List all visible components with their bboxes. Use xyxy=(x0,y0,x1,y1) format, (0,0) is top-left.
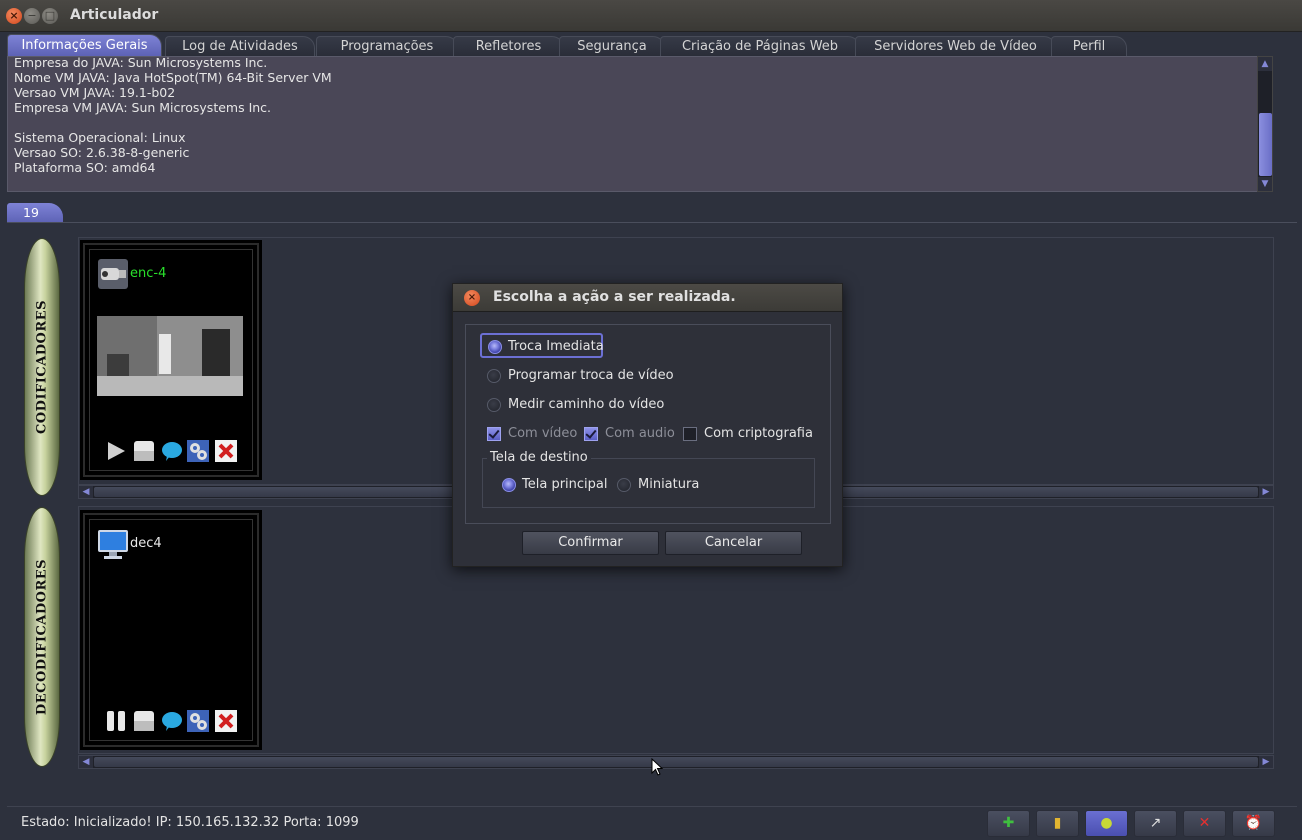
arrow-icon: ↗ xyxy=(1149,815,1162,831)
encoders-side-label: CODIFICADORES xyxy=(24,238,60,496)
stop-icon[interactable] xyxy=(133,710,155,732)
scroll-right-icon[interactable]: ▶ xyxy=(1259,756,1273,768)
scrollbar-thumb[interactable] xyxy=(1259,113,1272,176)
info-line: Versao SO: 2.6.38-8-generic xyxy=(14,145,190,160)
close-button[interactable]: ✕ xyxy=(1183,810,1226,837)
scroll-left-icon[interactable]: ◀ xyxy=(79,756,93,768)
info-text: Empresa do JAVA: Sun Microsystems Inc. N… xyxy=(14,56,332,175)
window-title: Articulador xyxy=(70,7,159,23)
scrollbar-thumb[interactable] xyxy=(94,757,1258,767)
main-tabs: Informações Gerais Log de Atividades Pro… xyxy=(7,34,1297,56)
group-tab[interactable]: 19 xyxy=(7,203,63,223)
radio-miniatura[interactable] xyxy=(617,478,631,492)
decoder-card[interactable]: dec4 xyxy=(80,510,262,750)
dialog-options-box: Tela de destino Tela principal Miniatura xyxy=(465,324,831,524)
window-close-button[interactable]: × xyxy=(6,8,22,24)
info-line: Empresa do JAVA: Sun Microsystems Inc. xyxy=(14,56,268,70)
destination-fieldset: Tela de destino Tela principal Miniatura xyxy=(482,450,815,508)
tab-criacao-paginas-web[interactable]: Criação de Páginas Web xyxy=(660,36,860,56)
encoders-label: CODIFICADORES xyxy=(34,300,50,434)
stop-icon[interactable] xyxy=(133,440,155,462)
cancel-button[interactable]: Cancelar xyxy=(665,531,802,555)
remove-icon[interactable] xyxy=(215,710,237,732)
dialog-close-button[interactable]: × xyxy=(464,290,480,306)
remove-icon[interactable] xyxy=(215,440,237,462)
bookmark-button[interactable]: ▮ xyxy=(1036,810,1079,837)
play-icon[interactable] xyxy=(105,440,127,462)
divider xyxy=(7,222,1297,223)
decoder-video-thumbnail xyxy=(97,564,243,694)
info-line xyxy=(14,115,332,130)
tab-programacoes[interactable]: Programações xyxy=(316,36,458,56)
mouse-cursor-icon xyxy=(651,758,663,776)
window-minimize-button[interactable]: − xyxy=(24,8,40,24)
decoders-hscroll[interactable]: ◀ ▶ xyxy=(78,755,1274,769)
info-textarea[interactable]: Empresa do JAVA: Sun Microsystems Inc. N… xyxy=(7,56,1273,192)
chat-icon[interactable] xyxy=(161,440,183,462)
info-line: Empresa VM JAVA: Sun Microsystems Inc. xyxy=(14,100,272,115)
play-icon: ● xyxy=(1100,815,1113,831)
window-maximize-button[interactable]: □ xyxy=(42,8,58,24)
tab-refletores[interactable]: Refletores xyxy=(453,36,564,56)
info-scrollbar[interactable]: ▲ ▼ xyxy=(1257,56,1273,192)
decoders-side-label: DECODIFICADORES xyxy=(24,507,60,767)
destination-legend: Tela de destino xyxy=(487,450,591,465)
scroll-right-icon[interactable]: ▶ xyxy=(1259,486,1273,498)
alarm-button[interactable]: ⏰ xyxy=(1232,810,1275,837)
export-button[interactable]: ↗ xyxy=(1134,810,1177,837)
alarm-icon: ⏰ xyxy=(1244,815,1263,831)
pause-icon[interactable] xyxy=(105,710,127,732)
label-tela-principal[interactable]: Tela principal xyxy=(522,477,607,492)
radio-tela-principal[interactable] xyxy=(502,478,516,492)
confirm-button[interactable]: Confirmar xyxy=(522,531,659,555)
camera-icon xyxy=(98,259,128,289)
info-line: Versao VM JAVA: 19.1-b02 xyxy=(14,85,176,100)
scroll-down-icon[interactable]: ▼ xyxy=(1258,177,1272,191)
add-button[interactable]: ✚ xyxy=(987,810,1030,837)
tab-log-de-atividades[interactable]: Log de Atividades xyxy=(165,36,315,56)
tab-servidores-web-video[interactable]: Servidores Web de Vídeo xyxy=(855,36,1056,56)
action-dialog: × Escolha a ação a ser realizada. Troca … xyxy=(452,283,843,567)
info-line: Sistema Operacional: Linux xyxy=(14,130,186,145)
encoder-card[interactable]: enc-4 xyxy=(80,240,262,480)
settings-icon[interactable] xyxy=(187,710,209,732)
play-button[interactable]: ● xyxy=(1085,810,1128,837)
scroll-up-icon[interactable]: ▲ xyxy=(1258,57,1272,71)
tab-informacoes-gerais[interactable]: Informações Gerais xyxy=(7,34,162,56)
encoder-video-thumbnail xyxy=(97,294,243,424)
info-line: Plataforma SO: amd64 xyxy=(14,160,156,175)
window-titlebar: × − □ Articulador xyxy=(0,0,1302,32)
status-bar: Estado: Inicializado! IP: 150.165.132.32… xyxy=(7,806,1297,838)
plus-icon: ✚ xyxy=(1002,815,1015,831)
scroll-left-icon[interactable]: ◀ xyxy=(79,486,93,498)
dialog-title: Escolha a ação a ser realizada. xyxy=(493,289,736,305)
info-line: Nome VM JAVA: Java HotSpot(TM) 64-Bit Se… xyxy=(14,70,332,85)
status-text: Estado: Inicializado! IP: 150.165.132.32… xyxy=(21,815,359,830)
close-icon: ✕ xyxy=(1198,815,1211,831)
tab-seguranca[interactable]: Segurança xyxy=(559,36,665,56)
monitor-icon xyxy=(98,530,128,559)
settings-icon[interactable] xyxy=(187,440,209,462)
decoders-label: DECODIFICADORES xyxy=(34,558,50,716)
encoder-name: enc-4 xyxy=(130,266,167,281)
decoder-name: dec4 xyxy=(130,536,162,551)
bookmark-icon: ▮ xyxy=(1053,815,1062,831)
tab-perfil[interactable]: Perfil xyxy=(1051,36,1127,56)
label-miniatura[interactable]: Miniatura xyxy=(638,477,699,492)
dialog-titlebar: × Escolha a ação a ser realizada. xyxy=(453,284,842,312)
chat-icon[interactable] xyxy=(161,710,183,732)
